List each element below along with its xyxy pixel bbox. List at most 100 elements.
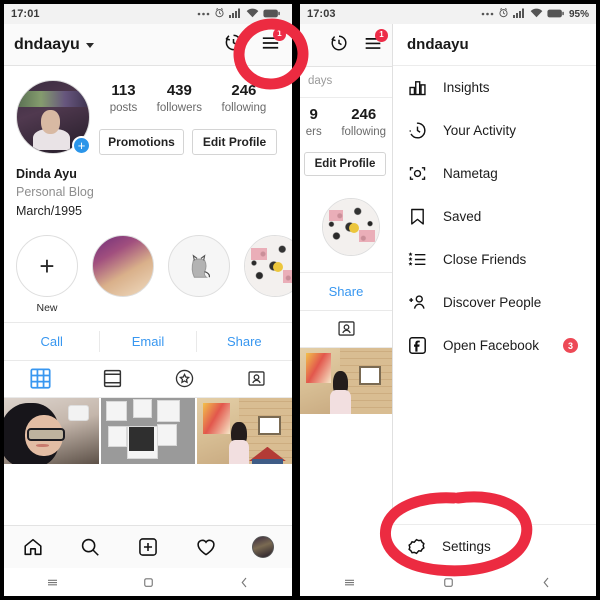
clock-history-icon[interactable]	[328, 32, 350, 59]
drawer-item-close-friends[interactable]: Close Friends	[393, 238, 596, 281]
nav-profile[interactable]	[234, 536, 292, 558]
highlight-circle[interactable]: +	[16, 234, 78, 297]
drawer-item-open-facebook[interactable]: Open Facebook 3	[393, 324, 596, 367]
avatar-wrapper[interactable]: +	[16, 80, 91, 155]
stat-following[interactable]: 246 following	[222, 82, 267, 116]
clock-history-icon[interactable]	[222, 31, 245, 59]
nav-activity[interactable]	[177, 536, 235, 558]
facebook-icon	[409, 337, 426, 354]
drawer-item-label: Your Activity	[443, 123, 517, 138]
sys-home[interactable]	[399, 575, 498, 590]
edit-profile-button[interactable]: Edit Profile	[192, 128, 277, 155]
highlight-label: New	[36, 301, 58, 314]
highlight-circle[interactable]	[322, 197, 380, 256]
side-drawer: dndaayu Insights Your Activity Nametag S…	[392, 24, 596, 596]
alarm-icon	[498, 5, 509, 23]
nav-search[interactable]	[62, 536, 120, 558]
stat-label: following	[341, 125, 387, 138]
post-artwork	[203, 403, 230, 434]
stat-followers[interactable]: 439 followers	[157, 82, 202, 116]
heart-activity-icon	[196, 539, 215, 556]
sys-recents[interactable]	[4, 575, 100, 590]
screenshot-stage: 17:01 dndaayu 1 + 113 posts 439 follower…	[0, 0, 600, 600]
right-system-nav	[300, 568, 596, 596]
nav-add-post[interactable]	[119, 536, 177, 558]
hamburger-menu-button[interactable]: 1	[259, 27, 286, 59]
sys-home[interactable]	[100, 575, 196, 590]
collage-texture	[245, 235, 292, 296]
tab-tagged[interactable]	[220, 361, 292, 397]
add-story-badge[interactable]: +	[72, 136, 91, 155]
grid-post[interactable]	[4, 397, 99, 464]
close-friends-list-icon	[408, 252, 426, 266]
drawer-item-saved[interactable]: Saved	[393, 195, 596, 238]
menu-badge: 1	[273, 27, 286, 41]
hamburger-menu-button[interactable]: 1	[362, 28, 388, 59]
menu-badge: 1	[375, 28, 388, 42]
battery-icon	[263, 5, 280, 23]
alarm-icon	[214, 5, 225, 23]
grid-post[interactable]	[197, 397, 292, 464]
promotions-button[interactable]: Promotions	[99, 128, 184, 155]
post-subject-body	[330, 389, 351, 414]
highlight-circle[interactable]	[168, 234, 230, 297]
sys-recents[interactable]	[300, 575, 399, 590]
collage-pink-patch	[251, 247, 267, 260]
highlight-circle[interactable]	[92, 234, 154, 297]
dots-icon	[197, 5, 210, 23]
email-button[interactable]: Email	[100, 323, 195, 360]
profile-action-buttons: Promotions Edit Profile	[96, 128, 280, 155]
username-dropdown[interactable]: dndaayu	[14, 36, 94, 54]
grid-icon	[29, 368, 51, 389]
tab-feed[interactable]	[76, 361, 148, 397]
drawer-item-nametag[interactable]: Nametag	[393, 152, 596, 195]
grid-post[interactable]	[100, 397, 196, 464]
sys-back[interactable]	[196, 575, 292, 590]
highlight-item[interactable]	[244, 234, 292, 314]
peek-edit-profile-button[interactable]: Edit Profile	[304, 151, 386, 176]
back-icon	[241, 577, 246, 587]
highlight-new[interactable]: + New	[16, 234, 78, 314]
avatar-backdrop	[17, 91, 89, 107]
tab-highlights[interactable]	[148, 361, 220, 397]
dots-icon	[481, 5, 494, 23]
right-status-bar: 17:03 95%	[300, 4, 596, 24]
peek-grid-post[interactable]	[300, 347, 392, 414]
highlight-item[interactable]	[92, 234, 154, 314]
profile-avatar-icon	[252, 536, 275, 558]
peek-share-button[interactable]: Share	[300, 271, 392, 311]
stat-value: 246	[231, 82, 257, 99]
peek-stats: 9 ers 246 following	[300, 98, 392, 140]
post-frame	[358, 366, 381, 385]
settings-item[interactable]: Settings	[392, 524, 596, 568]
drawer-item-label: Close Friends	[443, 252, 527, 267]
drawer-username: dndaayu	[407, 36, 469, 53]
tab-grid[interactable]	[4, 361, 76, 397]
bottom-navigation	[4, 525, 292, 568]
app-bar-actions: 1	[222, 27, 286, 59]
stat-value: 113	[111, 82, 136, 99]
back-icon	[543, 577, 549, 587]
signal-icon	[512, 5, 526, 23]
highlight-item[interactable]	[168, 234, 230, 314]
collage-yellow-dot	[272, 262, 283, 273]
profile-header: + 113 posts 439 followers 246 following	[4, 66, 292, 155]
drawer-item-label: Discover People	[443, 295, 542, 310]
post-subject-body	[228, 440, 250, 464]
plus-icon: +	[39, 250, 55, 281]
sys-back[interactable]	[497, 575, 596, 590]
highlight-circle[interactable]	[244, 234, 292, 297]
stat-label-partial: ers	[305, 125, 322, 138]
add-post-icon	[139, 538, 157, 556]
profile-tabs	[4, 361, 292, 398]
drawer-item-insights[interactable]: Insights	[393, 66, 596, 109]
nav-home[interactable]	[4, 536, 62, 558]
share-button[interactable]: Share	[197, 323, 292, 360]
drawer-item-your-activity[interactable]: Your Activity	[393, 109, 596, 152]
peek-tab-tagged[interactable]	[300, 311, 392, 348]
drawer-header: dndaayu	[393, 24, 596, 66]
call-button[interactable]: Call	[4, 323, 99, 360]
drawer-item-discover-people[interactable]: Discover People	[393, 281, 596, 324]
peek-app-bar: 1	[300, 24, 392, 67]
stat-posts[interactable]: 113 posts	[110, 82, 138, 116]
